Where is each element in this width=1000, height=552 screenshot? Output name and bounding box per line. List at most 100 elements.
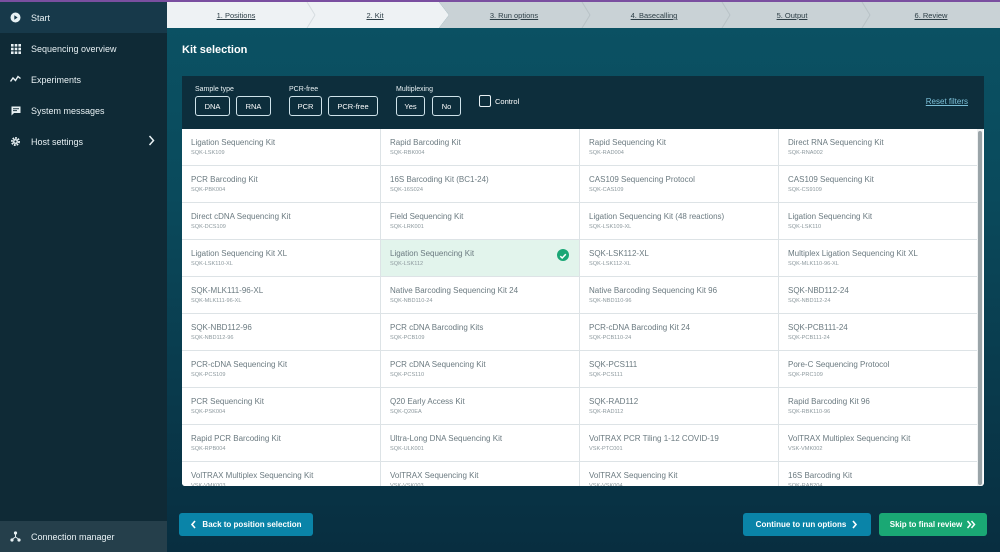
kit-card[interactable]: SQK-LSK112-XL SQK-LSK112-XL: [580, 240, 779, 277]
kit-card[interactable]: VolTRAX Multiplex Sequencing Kit VSK-VMK0…: [182, 462, 381, 486]
kit-card[interactable]: CAS109 Sequencing Kit SQK-CS9109: [779, 166, 978, 203]
kit-name: SQK-NBD112-96: [191, 323, 252, 332]
kit-card[interactable]: VolTRAX Multiplex Sequencing Kit VSK-VMK0…: [779, 425, 978, 462]
kit-card[interactable]: Ligation Sequencing Kit (48 reactions) SQ…: [580, 203, 779, 240]
kit-card[interactable]: Ligation Sequencing Kit SQK-LSK110: [779, 203, 978, 240]
kit-code: SQK-16S024: [390, 187, 423, 193]
filter-bar: Sample type DNA RNA PCR-free PCR PCR-fre…: [182, 76, 984, 129]
kit-code: SQK-CAS109: [589, 187, 624, 193]
chevron-right-icon: [148, 135, 155, 148]
kit-name: PCR cDNA Sequencing Kit: [390, 360, 486, 369]
kit-card[interactable]: 16S Barcoding Kit (BC1-24) SQK-16S024: [381, 166, 580, 203]
kit-code: SQK-LRK001: [390, 224, 424, 230]
kit-card[interactable]: Rapid Sequencing Kit SQK-RAD004: [580, 129, 779, 166]
kit-card[interactable]: Rapid Barcoding Kit 96 SQK-RBK110-96: [779, 388, 978, 425]
kit-card[interactable]: Field Sequencing Kit SQK-LRK001: [381, 203, 580, 240]
kit-name: VolTRAX PCR Tiling 1-12 COVID-19: [589, 434, 719, 443]
filter-label-sample-type: Sample type: [195, 86, 234, 93]
sidebar-item-label: Experiments: [31, 74, 82, 85]
kit-card[interactable]: PCR-cDNA Barcoding Kit 24 SQK-PCB110-24: [580, 314, 779, 351]
kit-card[interactable]: PCR cDNA Sequencing Kit SQK-PCS110: [381, 351, 580, 388]
kit-card[interactable]: CAS109 Sequencing Protocol SQK-CAS109: [580, 166, 779, 203]
kit-grid: Ligation Sequencing Kit SQK-LSK109 Rapid B…: [182, 129, 984, 486]
kit-card[interactable]: SQK-MLK111-96-XL SQK-MLK111-96-XL: [182, 277, 381, 314]
filter-pcr-button[interactable]: PCR: [289, 96, 322, 116]
kit-card[interactable]: SQK-RAD112 SQK-RAD112: [580, 388, 779, 425]
step-kit[interactable]: 2. Kit: [315, 11, 435, 20]
kit-code: SQK-NBD110-24: [390, 298, 433, 304]
filter-yes-button[interactable]: Yes: [396, 96, 425, 116]
step-output[interactable]: 5. Output: [732, 11, 852, 20]
sidebar-item-host-settings[interactable]: Host settings: [0, 126, 167, 157]
back-button-label: Back to position selection: [202, 520, 302, 529]
kit-name: Q20 Early Access Kit: [390, 397, 465, 406]
kit-code: VSK-VMK003: [191, 483, 226, 486]
double-chevron-right-icon: [967, 520, 976, 529]
kit-code: VSK-VMK002: [788, 446, 823, 452]
skip-button-label: Skip to final review: [889, 520, 963, 529]
kit-name: Ligation Sequencing Kit: [191, 138, 276, 147]
kit-card[interactable]: 16S Barcoding Kit SQK-RAB204: [779, 462, 978, 486]
kit-card[interactable]: Direct cDNA Sequencing Kit SQK-DCS109: [182, 203, 381, 240]
kit-card[interactable]: Multiplex Ligation Sequencing Kit XL SQK-…: [779, 240, 978, 277]
sidebar-item-system-messages[interactable]: System messages: [0, 95, 167, 126]
kit-card[interactable]: SQK-PCS111 SQK-PCS111: [580, 351, 779, 388]
kit-code: SQK-PBK004: [191, 187, 226, 193]
kit-card[interactable]: SQK-NBD112-96 SQK-NBD112-96: [182, 314, 381, 351]
kit-code: SQK-LSK110-XL: [191, 261, 233, 267]
step-run-options[interactable]: 3. Run options: [454, 11, 574, 20]
kit-card[interactable]: PCR cDNA Barcoding Kits SQK-PCB109: [381, 314, 580, 351]
kit-code: SQK-LSK110: [788, 224, 822, 230]
kit-name: Rapid Barcoding Kit 96: [788, 397, 870, 406]
connection-manager-button[interactable]: Connection manager: [0, 521, 167, 552]
kit-card[interactable]: Q20 Early Access Kit SQK-Q20EA: [381, 388, 580, 425]
kit-card[interactable]: Ligation Sequencing Kit XL SQK-LSK110-XL: [182, 240, 381, 277]
step-positions[interactable]: 1. Positions: [176, 11, 296, 20]
kit-name: SQK-NBD112-24: [788, 286, 849, 295]
control-checkbox[interactable]: [479, 95, 491, 107]
kit-card[interactable]: VolTRAX PCR Tiling 1-12 COVID-19 VSK-PTC0…: [580, 425, 779, 462]
kit-card[interactable]: Rapid Barcoding Kit SQK-RBK004: [381, 129, 580, 166]
kit-card[interactable]: Native Barcoding Sequencing Kit 96 SQK-NB…: [580, 277, 779, 314]
filter-dna-button[interactable]: DNA: [195, 96, 230, 116]
kit-name: SQK-MLK111-96-XL: [191, 286, 264, 295]
kit-card[interactable]: VolTRAX Sequencing Kit VSK-VSK004: [580, 462, 779, 486]
step-review[interactable]: 6. Review: [871, 11, 991, 20]
skip-to-final-review-button[interactable]: Skip to final review: [879, 513, 987, 536]
message-icon: [10, 105, 21, 116]
continue-to-run-options-button[interactable]: Continue to run options: [743, 513, 871, 536]
kit-card[interactable]: Direct RNA Sequencing Kit SQK-RNA002: [779, 129, 978, 166]
sidebar-item-experiments[interactable]: Experiments: [0, 64, 167, 95]
kit-code: SQK-RAD112: [589, 409, 624, 415]
kit-code: SQK-CS9109: [788, 187, 822, 193]
kit-name: PCR-cDNA Sequencing Kit: [191, 360, 288, 369]
kit-card[interactable]: Rapid PCR Barcoding Kit SQK-RPB004: [182, 425, 381, 462]
kit-card[interactable]: Native Barcoding Sequencing Kit 24 SQK-NB…: [381, 277, 580, 314]
kit-card[interactable]: Pore-C Sequencing Protocol SQK-PRC109: [779, 351, 978, 388]
back-to-position-selection-button[interactable]: Back to position selection: [179, 513, 313, 536]
kit-card[interactable]: Ligation Sequencing Kit SQK-LSK109: [182, 129, 381, 166]
kit-card[interactable]: SQK-NBD112-24 SQK-NBD112-24: [779, 277, 978, 314]
kit-code: VSK-PTC001: [589, 446, 623, 452]
sidebar-item-sequencing-overview[interactable]: Sequencing overview: [0, 33, 167, 64]
step-basecalling[interactable]: 4. Basecalling: [594, 11, 714, 20]
kit-card[interactable]: VolTRAX Sequencing Kit VSK-VSK003: [381, 462, 580, 486]
reset-filters-link[interactable]: Reset filters: [926, 97, 968, 106]
kit-card[interactable]: Ultra-Long DNA Sequencing Kit SQK-ULK001: [381, 425, 580, 462]
filter-pcr-free-button[interactable]: PCR-free: [328, 96, 378, 116]
sidebar-item-start[interactable]: Start: [0, 2, 167, 33]
kit-card[interactable]: PCR Sequencing Kit SQK-PSK004: [182, 388, 381, 425]
kit-card[interactable]: SQK-PCB111-24 SQK-PCB111-24: [779, 314, 978, 351]
kit-code: SQK-RNA002: [788, 150, 823, 156]
kit-code: SQK-PCS109: [191, 372, 226, 378]
scrollbar[interactable]: [977, 129, 983, 486]
kit-card[interactable]: PCR-cDNA Sequencing Kit SQK-PCS109: [182, 351, 381, 388]
kit-card[interactable]: PCR Barcoding Kit SQK-PBK004: [182, 166, 381, 203]
kit-code: SQK-RAD004: [589, 150, 624, 156]
scrollbar-thumb[interactable]: [978, 131, 982, 485]
kit-name: Ligation Sequencing Kit XL: [191, 249, 288, 258]
filter-rna-button[interactable]: RNA: [236, 96, 271, 116]
kit-name: SQK-RAD112: [589, 397, 639, 406]
kit-card[interactable]: Ligation Sequencing Kit SQK-LSK112: [381, 240, 580, 277]
filter-no-button[interactable]: No: [432, 96, 461, 116]
